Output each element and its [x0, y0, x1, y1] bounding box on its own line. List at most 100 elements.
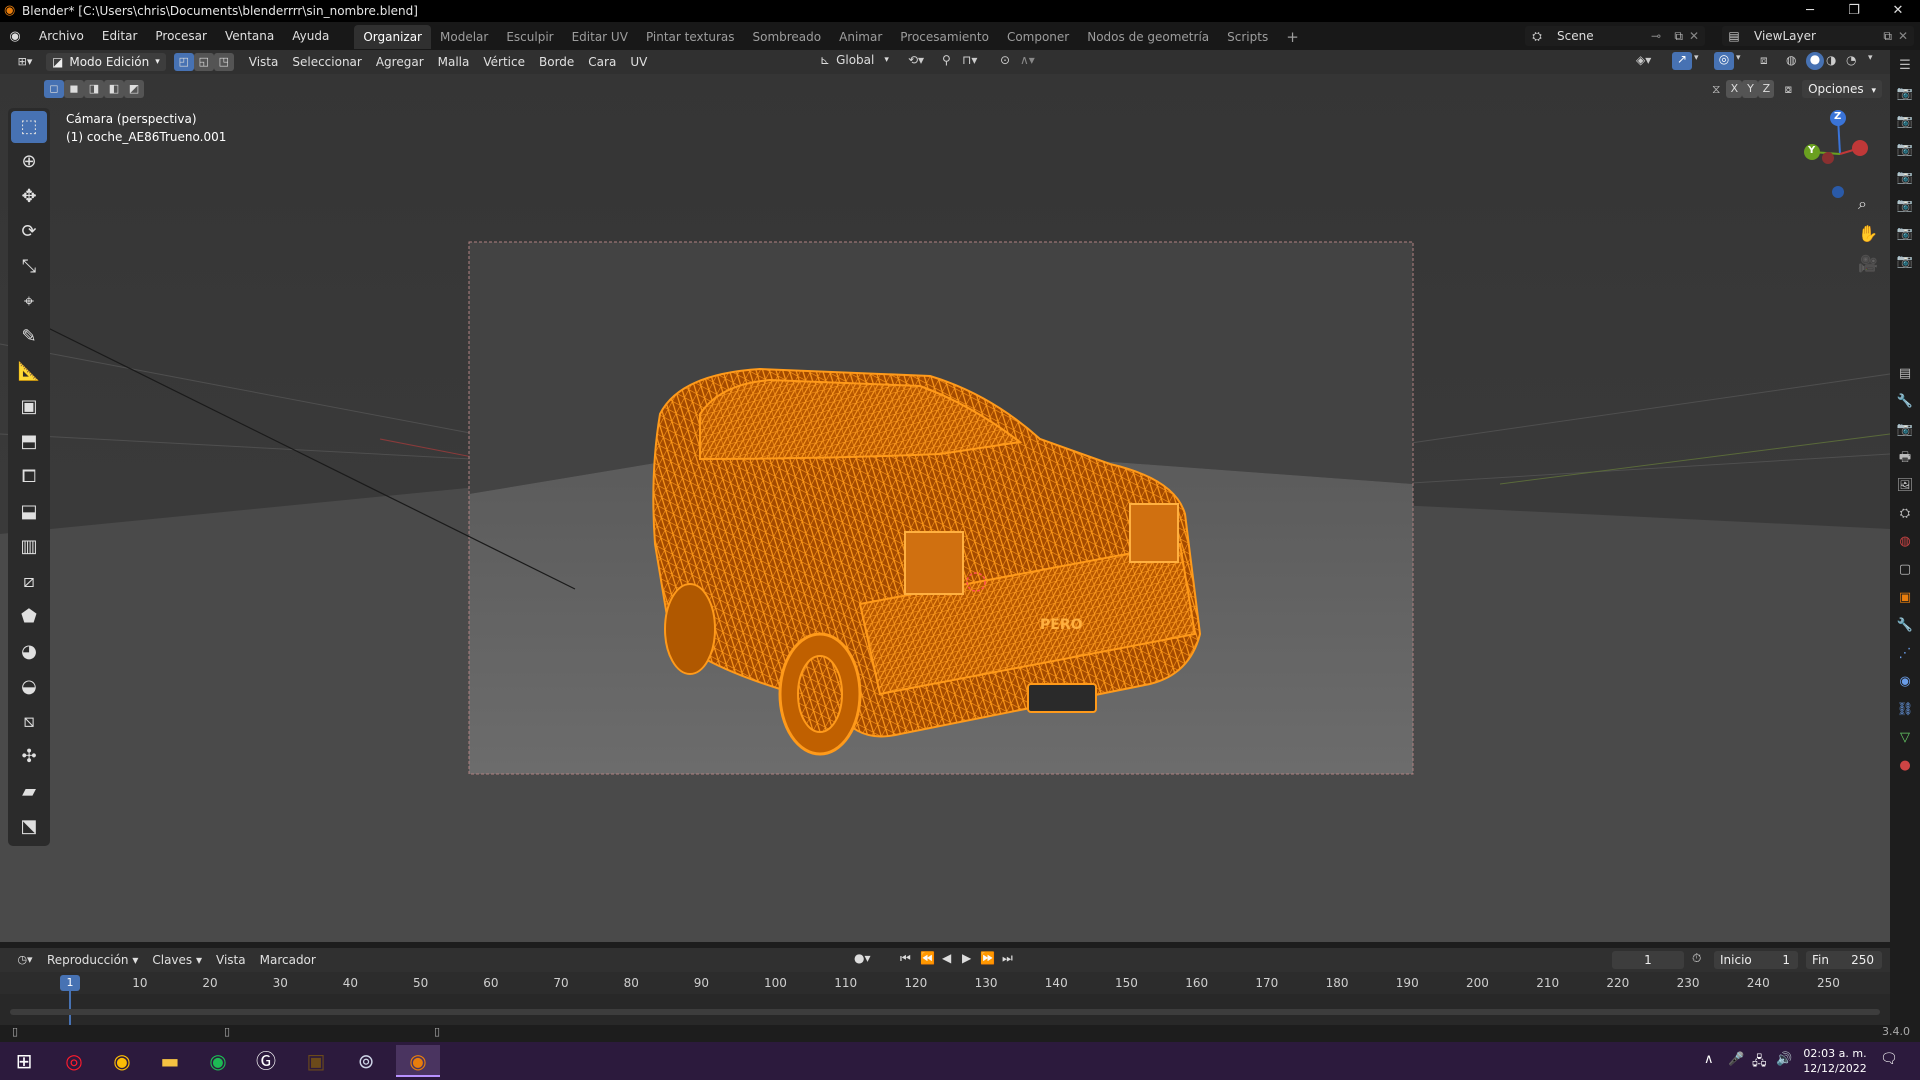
menu-cara[interactable]: Cara: [581, 50, 623, 74]
chevron-down-icon[interactable]: ▾: [1694, 53, 1699, 63]
restrict-render-icon[interactable]: 📷: [1893, 138, 1917, 162]
extrude-tool-icon[interactable]: ⬒: [11, 426, 47, 458]
edge-slide-tool-icon[interactable]: ⧅: [11, 706, 47, 738]
annotate-tool-icon[interactable]: ✎: [11, 321, 47, 353]
windows-start-icon[interactable]: ⊞: [2, 1045, 46, 1077]
tab-esculpir[interactable]: Esculpir: [497, 25, 562, 49]
jump-start-icon[interactable]: ⏮: [900, 951, 911, 966]
close-button[interactable]: ✕: [1876, 0, 1920, 22]
menu-reproduccion[interactable]: Reproducción ▾: [40, 948, 145, 972]
tab-nodos-geometria[interactable]: Nodos de geometría: [1078, 25, 1218, 49]
world-properties-icon[interactable]: ◍: [1893, 530, 1917, 554]
tab-sombreado[interactable]: Sombreado: [743, 25, 830, 49]
menu-archivo[interactable]: Archivo: [30, 22, 93, 50]
object-properties-icon[interactable]: ▣: [1893, 586, 1917, 610]
steam-icon[interactable]: ⊚: [344, 1045, 388, 1077]
physics-properties-icon[interactable]: ◉: [1893, 670, 1917, 694]
orientation-selector[interactable]: ⊾ Global ▾: [820, 53, 889, 67]
chrome-icon[interactable]: ◉: [100, 1045, 144, 1077]
clock[interactable]: 02:03 a. m. 12/12/2022: [1800, 1046, 1870, 1076]
new-scene-icon[interactable]: ⧉: [1674, 29, 1683, 44]
chevron-down-icon[interactable]: ▾: [1868, 53, 1873, 63]
rip-tool-icon[interactable]: ⬔: [11, 811, 47, 843]
axis-z-toggle[interactable]: Z: [1758, 80, 1775, 98]
menu-vista[interactable]: Vista: [242, 50, 286, 74]
snap-icon[interactable]: ⚲: [942, 53, 951, 67]
move-tool-icon[interactable]: ✥: [11, 181, 47, 213]
mode-selector[interactable]: ◪ Modo Edición ▾: [46, 53, 166, 71]
add-cube-tool-icon[interactable]: ▣: [11, 391, 47, 423]
end-frame-field[interactable]: Fin 250: [1806, 951, 1882, 969]
3d-viewport[interactable]: PERO Cámara (perspectiva) (1) coche_AE86…: [0, 74, 1890, 942]
select-subtract-icon[interactable]: ◨: [84, 80, 104, 98]
view-layer-properties-icon[interactable]: 🖼: [1893, 474, 1917, 498]
pan-hand-icon[interactable]: ✋: [1858, 224, 1878, 243]
menu-procesar[interactable]: Procesar: [146, 22, 216, 50]
menu-marcador[interactable]: Marcador: [253, 948, 323, 972]
menu-seleccionar[interactable]: Seleccionar: [285, 50, 368, 74]
current-frame-field[interactable]: 1: [1612, 951, 1684, 969]
select-new-icon[interactable]: ◻: [44, 80, 64, 98]
preview-range-icon[interactable]: ⏱: [1692, 951, 1701, 966]
transform-tool-icon[interactable]: ⌖: [11, 286, 47, 318]
zoom-icon[interactable]: ⌕: [1858, 194, 1867, 214]
volume-icon[interactable]: 🔊: [1776, 1052, 1792, 1067]
material-shading-icon[interactable]: ◑: [1826, 53, 1836, 67]
render-properties-icon[interactable]: 📷: [1893, 418, 1917, 442]
new-viewlayer-icon[interactable]: ⧉: [1883, 29, 1892, 44]
gizmo-toggle-icon[interactable]: ↗: [1672, 52, 1692, 70]
rotate-tool-icon[interactable]: ⟳: [11, 216, 47, 248]
maximize-button[interactable]: ❐: [1832, 0, 1876, 22]
scale-tool-icon[interactable]: ⤡: [11, 251, 47, 283]
jump-end-icon[interactable]: ⏭: [1002, 951, 1013, 966]
knife-tool-icon[interactable]: ⧄: [11, 566, 47, 598]
menu-claves[interactable]: Claves ▾: [145, 948, 209, 972]
menu-uv[interactable]: UV: [623, 50, 654, 74]
gizmo-x-axis[interactable]: [1852, 140, 1868, 156]
rendered-shading-icon[interactable]: ◔: [1846, 53, 1856, 67]
edge-select-icon[interactable]: ◱: [193, 53, 214, 71]
scene-selector[interactable]: ⛭ Scene ⊸ ⧉ ✕: [1525, 26, 1705, 46]
falloff-icon[interactable]: ∧▾: [1020, 53, 1035, 67]
menu-agregar[interactable]: Agregar: [369, 50, 431, 74]
blender-taskbar-icon[interactable]: ◉: [396, 1045, 440, 1077]
auto-merge-icon[interactable]: ⧇: [1784, 82, 1792, 97]
tab-pintar-texturas[interactable]: Pintar texturas: [637, 25, 744, 49]
microphone-icon[interactable]: 🎤: [1728, 1052, 1744, 1067]
smooth-tool-icon[interactable]: ◒: [11, 671, 47, 703]
axis-x-toggle[interactable]: X: [1726, 80, 1743, 98]
overlays-icon[interactable]: ◎: [1714, 52, 1734, 70]
outliner-toggle-icon[interactable]: ☰: [1893, 54, 1917, 78]
particles-properties-icon[interactable]: ⋰: [1893, 642, 1917, 666]
data-properties-icon[interactable]: ▽: [1893, 726, 1917, 750]
axis-y-toggle[interactable]: Y: [1742, 80, 1759, 98]
shrink-fatten-tool-icon[interactable]: ✣: [11, 741, 47, 773]
editor-type-icon[interactable]: ⊞▾: [10, 53, 40, 71]
select-extend-icon[interactable]: ◼: [64, 80, 84, 98]
opera-icon[interactable]: ◎: [52, 1045, 96, 1077]
restrict-render-icon[interactable]: 📷: [1893, 110, 1917, 134]
menu-ayuda[interactable]: Ayuda: [283, 22, 338, 50]
inset-tool-icon[interactable]: ⧠: [11, 461, 47, 493]
delete-scene-icon[interactable]: ✕: [1689, 29, 1699, 43]
restrict-render-icon[interactable]: 📷: [1893, 222, 1917, 246]
start-frame-field[interactable]: Inicio 1: [1714, 951, 1798, 969]
visibility-icon[interactable]: ◈▾: [1636, 53, 1651, 67]
pivot-icon[interactable]: ⟲▾: [908, 53, 924, 67]
restrict-render-icon[interactable]: 📷: [1893, 194, 1917, 218]
gizmo-neg-z-axis[interactable]: [1832, 186, 1844, 198]
menu-borde[interactable]: Borde: [532, 50, 581, 74]
menu-vertice[interactable]: Vértice: [476, 50, 532, 74]
constraints-properties-icon[interactable]: ⛓: [1893, 698, 1917, 722]
chevron-down-icon[interactable]: ▾: [1736, 53, 1741, 63]
next-keyframe-icon[interactable]: ⏩: [980, 951, 995, 965]
snap-target-icon[interactable]: ⊓▾: [962, 53, 977, 67]
material-properties-icon[interactable]: ●: [1893, 754, 1917, 778]
minimize-button[interactable]: ─: [1788, 0, 1832, 22]
collection-properties-icon[interactable]: ▢: [1893, 558, 1917, 582]
playhead-marker[interactable]: 1: [60, 975, 80, 991]
properties-toggle-icon[interactable]: ▤: [1893, 362, 1917, 386]
proportional-edit-icon[interactable]: ⊙: [1000, 53, 1010, 67]
file-explorer-icon[interactable]: ▬: [148, 1045, 192, 1077]
play-reverse-icon[interactable]: ◀: [942, 951, 951, 965]
